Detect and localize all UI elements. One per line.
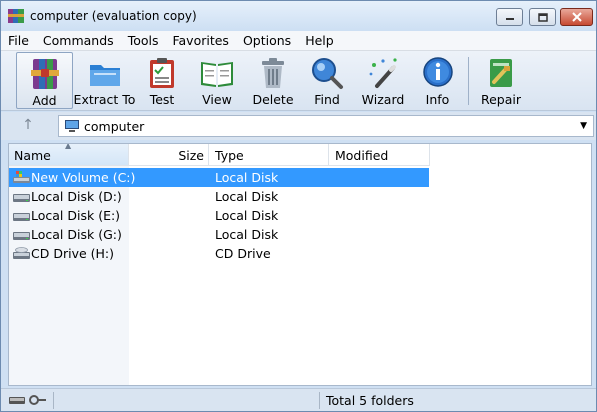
find-label: Find xyxy=(314,92,340,107)
column-size-label: Size xyxy=(178,148,204,163)
column-header-name[interactable]: Name ▲ xyxy=(9,144,129,166)
status-separator xyxy=(53,392,54,409)
cd-drive-icon xyxy=(13,247,30,259)
system-drive-icon xyxy=(13,171,30,183)
column-header-type[interactable]: Type xyxy=(209,144,329,166)
menu-bar: File Commands Tools Favorites Options He… xyxy=(1,31,596,51)
test-button[interactable]: Test xyxy=(138,52,186,109)
file-row[interactable]: CD Drive (H:) CD Drive xyxy=(9,244,591,263)
view-label: View xyxy=(202,92,232,107)
drive-key-icon[interactable] xyxy=(9,393,47,407)
file-row[interactable]: New Volume (C:) Local Disk xyxy=(9,168,591,187)
hard-disk-icon xyxy=(13,213,30,221)
column-header-modified[interactable]: Modified xyxy=(329,144,430,166)
file-type: CD Drive xyxy=(215,246,271,261)
menu-tools[interactable]: Tools xyxy=(121,33,166,48)
add-button[interactable]: Add xyxy=(16,52,73,109)
file-list[interactable]: Name ▲ Size Type Modified New Volume (C:… xyxy=(8,143,592,386)
file-name: Local Disk (G:) xyxy=(31,227,122,242)
toolbar-separator xyxy=(468,57,469,105)
add-archive-icon xyxy=(30,59,59,89)
file-type: Local Disk xyxy=(215,189,279,204)
menu-file[interactable]: File xyxy=(1,33,36,48)
file-row[interactable]: Local Disk (G:) Local Disk xyxy=(9,225,591,244)
menu-commands[interactable]: Commands xyxy=(36,33,121,48)
find-button[interactable]: Find xyxy=(303,52,351,109)
address-bar: ↑ computer ▼ xyxy=(1,112,596,140)
status-summary: Total 5 folders xyxy=(326,393,414,408)
file-type: Local Disk xyxy=(215,170,279,185)
sort-ascending-icon: ▲ xyxy=(65,143,72,150)
menu-options[interactable]: Options xyxy=(236,33,298,48)
repair-label: Repair xyxy=(480,92,522,107)
wizard-label: Wizard xyxy=(361,92,405,107)
file-name: Local Disk (E:) xyxy=(31,208,121,223)
menu-help[interactable]: Help xyxy=(298,33,341,48)
app-window: computer (evaluation copy) File Commands… xyxy=(0,0,597,412)
minimize-button[interactable] xyxy=(496,8,523,26)
up-one-level-button[interactable]: ↑ xyxy=(19,117,37,135)
column-header-size[interactable]: Size xyxy=(129,144,209,166)
title-bar[interactable]: computer (evaluation copy) xyxy=(1,1,596,31)
up-arrow-icon: ↑ xyxy=(22,117,34,133)
file-name: New Volume (C:) xyxy=(31,170,136,185)
extract-folder-icon xyxy=(89,65,120,86)
status-separator xyxy=(319,392,320,409)
test-label: Test xyxy=(149,92,175,107)
menu-favorites[interactable]: Favorites xyxy=(165,33,235,48)
test-clipboard-icon xyxy=(150,58,174,88)
add-label: Add xyxy=(32,93,57,108)
maximize-icon xyxy=(537,12,548,22)
address-path: computer xyxy=(84,119,145,134)
file-type: Local Disk xyxy=(215,227,279,242)
status-bar: Total 5 folders xyxy=(1,388,596,411)
info-button[interactable]: Info xyxy=(415,52,460,109)
repair-icon xyxy=(490,59,512,87)
close-icon xyxy=(571,12,582,22)
file-row[interactable]: Local Disk (E:) Local Disk xyxy=(9,206,591,225)
address-dropdown[interactable]: computer ▼ xyxy=(58,115,594,137)
delete-button[interactable]: Delete xyxy=(248,52,298,109)
file-row[interactable]: Local Disk (D:) Local Disk xyxy=(9,187,591,206)
repair-button[interactable]: Repair xyxy=(477,52,525,109)
maximize-button[interactable] xyxy=(529,8,556,26)
hard-disk-icon xyxy=(13,194,30,202)
column-type-label: Type xyxy=(215,148,244,163)
info-icon xyxy=(422,57,453,87)
file-type: Local Disk xyxy=(215,208,279,223)
file-name: Local Disk (D:) xyxy=(31,189,122,204)
dropdown-arrow-icon[interactable]: ▼ xyxy=(580,121,587,131)
close-button[interactable] xyxy=(560,8,593,26)
toolbar: Add Extract To Test View Delete Find Wiz… xyxy=(1,51,596,111)
view-button[interactable]: View xyxy=(192,52,242,109)
file-name: CD Drive (H:) xyxy=(31,246,114,261)
column-modified-label: Modified xyxy=(335,148,389,163)
winrar-app-icon[interactable] xyxy=(8,9,24,23)
window-title: computer (evaluation copy) xyxy=(30,9,197,23)
extract-to-label: Extract To xyxy=(73,92,136,107)
extract-to-button[interactable]: Extract To xyxy=(73,52,136,109)
wizard-button[interactable]: Wizard xyxy=(358,52,408,109)
magic-wand-icon xyxy=(369,58,397,88)
magnifier-icon xyxy=(312,58,343,89)
column-name-label: Name xyxy=(14,148,51,163)
view-book-icon xyxy=(201,62,233,87)
minimize-icon xyxy=(505,18,514,20)
computer-icon xyxy=(65,120,79,132)
delete-label: Delete xyxy=(252,92,294,107)
trash-icon xyxy=(262,58,284,88)
info-label: Info xyxy=(425,92,450,107)
hard-disk-icon xyxy=(13,232,30,240)
